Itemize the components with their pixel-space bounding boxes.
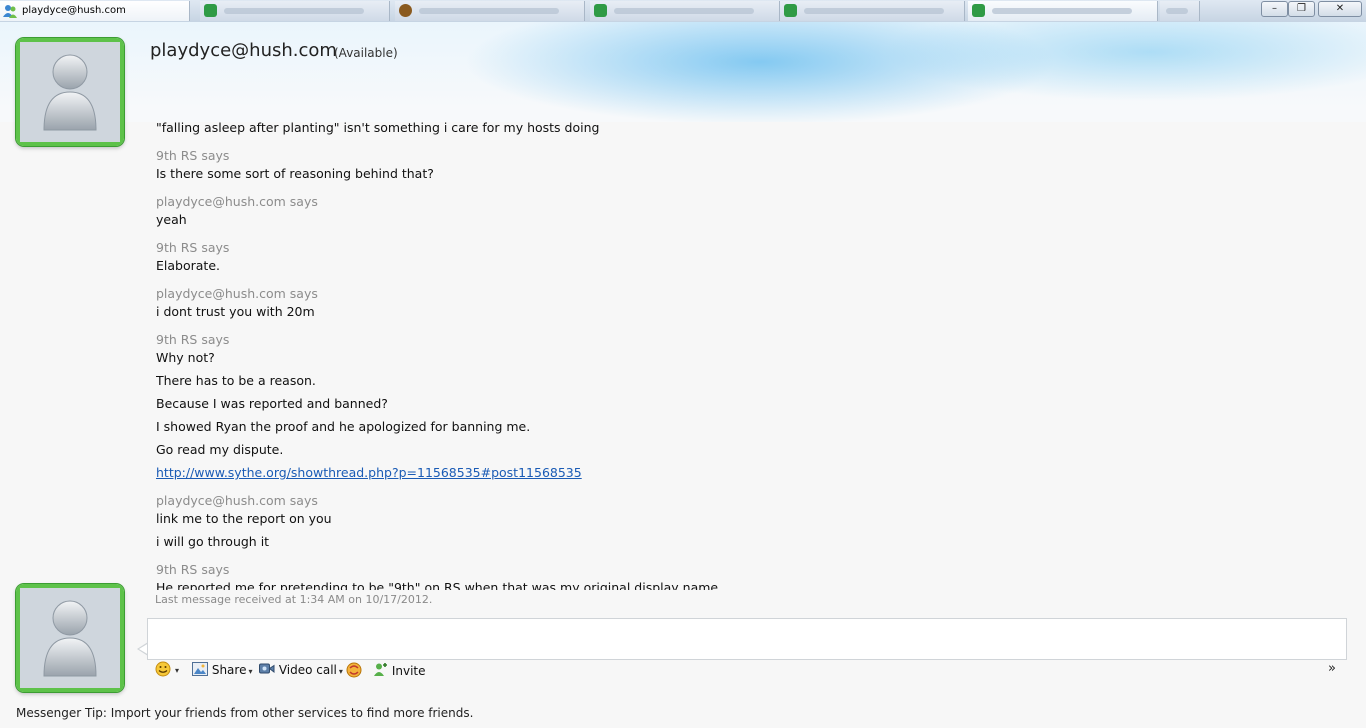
tab-active-conversation[interactable]: playdyce@hush.com — [0, 1, 190, 21]
video-call-button[interactable]: Video call ▾ — [259, 662, 343, 680]
games-icon — [346, 662, 362, 678]
chevron-down-icon: ▾ — [248, 667, 253, 676]
message-text: I showed Ryan the proof and he apologize… — [156, 419, 531, 434]
sender-name: 9th RS — [156, 148, 198, 163]
message-text: link me to the report on you — [156, 511, 332, 526]
picture-icon — [192, 662, 208, 676]
video-call-label: Video call — [278, 663, 337, 677]
message-input[interactable] — [147, 618, 1347, 660]
sender-name: playdyce@hush.com — [156, 286, 286, 301]
sender-line: 9th RS says — [156, 332, 229, 347]
more-options-button[interactable]: » — [1328, 661, 1336, 676]
message-link[interactable]: http://www.sythe.org/showthread.php?p=11… — [156, 465, 582, 480]
messenger-tip: Messenger Tip: Import your friends from … — [16, 706, 474, 720]
conversation-header — [0, 22, 1366, 122]
sender-line: playdyce@hush.com says — [156, 194, 318, 209]
webcam-icon — [259, 663, 275, 674]
conversation-history[interactable]: "falling asleep after planting" isn't so… — [156, 110, 1336, 590]
default-user-icon — [20, 588, 120, 688]
contact-status: (Available) — [334, 46, 398, 60]
sender-line: 9th RS says — [156, 562, 229, 577]
messenger-icon — [3, 5, 17, 18]
default-user-icon — [20, 42, 120, 142]
blurred-tab-title — [804, 8, 944, 14]
says-label: says — [197, 240, 230, 255]
chevron-down-icon: ▾ — [338, 667, 343, 676]
message-text: He reported me for pretending to be "9th… — [156, 580, 723, 590]
blurred-tab-title — [614, 8, 754, 14]
contact-name[interactable]: playdyce@hush.com — [150, 40, 337, 61]
tab-title: playdyce@hush.com — [22, 5, 126, 16]
share-label: Share — [211, 663, 247, 677]
says-label: says — [197, 332, 230, 347]
sender-line: playdyce@hush.com says — [156, 493, 318, 508]
contact-tab-icon — [594, 4, 607, 17]
message-text: There has to be a reason. — [156, 373, 316, 388]
emoticon-button[interactable]: ▾ — [155, 661, 179, 677]
sender-name: 9th RS — [156, 562, 198, 577]
tab-conversation-5[interactable] — [780, 1, 965, 21]
minimize-button[interactable]: – — [1261, 1, 1288, 17]
sender-name: 9th RS — [156, 332, 198, 347]
add-contact-icon — [374, 663, 387, 676]
message-text: Because I was reported and banned? — [156, 396, 388, 411]
message-text: Why not? — [156, 350, 215, 365]
sender-name: playdyce@hush.com — [156, 194, 286, 209]
message-text: Elaborate. — [156, 258, 220, 273]
sender-name: playdyce@hush.com — [156, 493, 286, 508]
chevron-down-icon: ▾ — [175, 665, 180, 675]
says-label: says — [197, 148, 230, 163]
message-text: yeah — [156, 212, 187, 227]
message-text: i will go through it — [156, 534, 270, 549]
contact-tab-icon — [972, 4, 985, 17]
games-button[interactable] — [345, 662, 363, 680]
tab-conversation-3[interactable] — [395, 1, 585, 21]
tab-conversation-4[interactable] — [590, 1, 780, 21]
tab-conversation-7[interactable] — [1160, 1, 1200, 21]
contact-tab-icon — [784, 4, 797, 17]
my-avatar[interactable] — [16, 584, 124, 692]
sender-line: 9th RS says — [156, 240, 229, 255]
tab-conversation-2[interactable] — [200, 1, 390, 21]
contact-avatar[interactable] — [16, 38, 124, 146]
sender-line: 9th RS says — [156, 148, 229, 163]
message-text: i dont trust you with 20m — [156, 304, 315, 319]
last-message-timestamp: Last message received at 1:34 AM on 10/1… — [155, 593, 433, 606]
says-label: says — [285, 286, 318, 301]
sender-line: playdyce@hush.com says — [156, 286, 318, 301]
invite-label: Invite — [391, 664, 426, 678]
contact-tab-icon — [399, 4, 412, 17]
blurred-tab-title — [1166, 8, 1188, 14]
title-bar: playdyce@hush.com – ❐ ✕ — [0, 0, 1366, 23]
sender-name: 9th RS — [156, 240, 198, 255]
message-text: "falling asleep after planting" isn't so… — [156, 120, 600, 135]
close-button[interactable]: ✕ — [1318, 1, 1362, 17]
restore-button[interactable]: ❐ — [1288, 1, 1315, 17]
invite-button[interactable]: Invite — [372, 662, 426, 680]
blurred-tab-title — [992, 8, 1132, 14]
blurred-tab-title — [419, 8, 559, 14]
says-label: says — [197, 562, 230, 577]
message-text: Go read my dispute. — [156, 442, 284, 457]
contact-tab-icon — [204, 4, 217, 17]
says-label: says — [285, 493, 318, 508]
smiley-icon — [155, 661, 171, 677]
says-label: says — [285, 194, 318, 209]
share-button[interactable]: Share ▾ — [192, 662, 252, 680]
blurred-tab-title — [224, 8, 364, 14]
tab-conversation-6[interactable] — [968, 1, 1158, 21]
message-text: Is there some sort of reasoning behind t… — [156, 166, 434, 181]
